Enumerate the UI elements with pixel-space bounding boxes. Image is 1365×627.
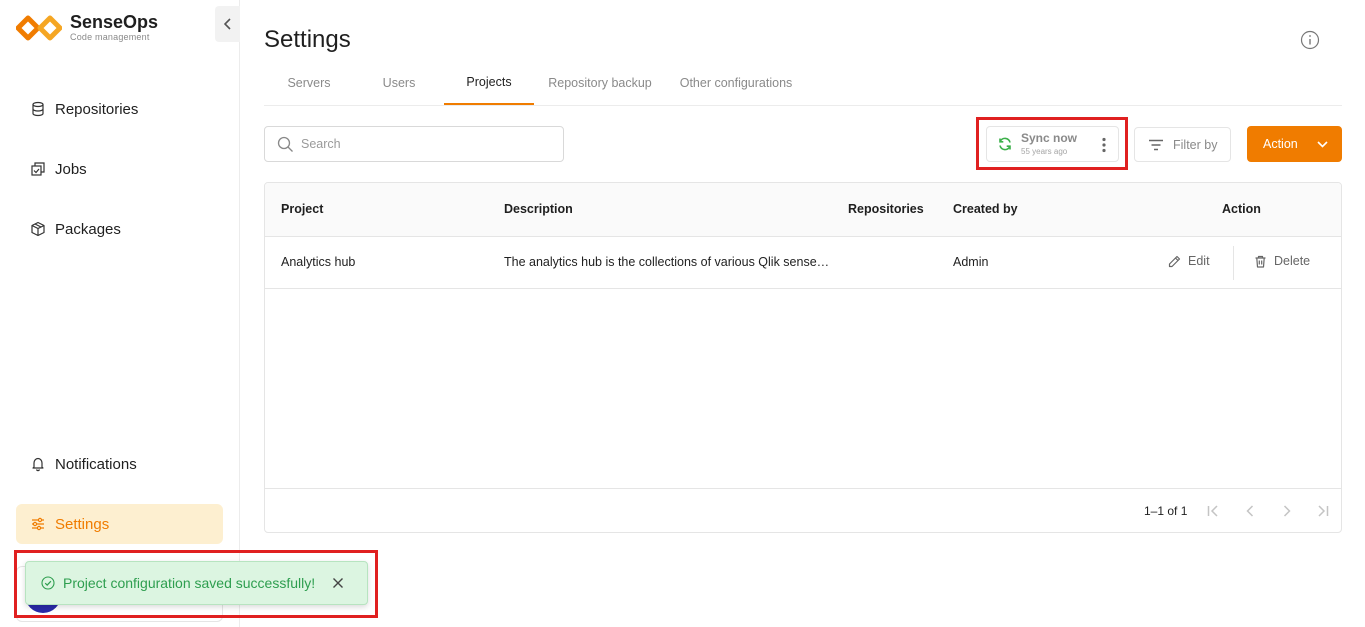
projects-table: Project Description Repositories Created… [264,182,1342,533]
column-header-repositories[interactable]: Repositories [848,202,924,216]
brand-subtitle: Code management [70,32,150,42]
success-toast: Project configuration saved successfully… [25,561,368,605]
next-page-icon[interactable] [1279,503,1295,519]
sidebar-item-notifications[interactable]: Notifications [16,444,223,484]
project-name: Analytics hub [281,255,356,269]
action-label: Action [1263,137,1298,151]
app: SenseOps Code management Repositories Jo… [0,0,1365,627]
close-icon[interactable] [332,577,344,589]
sidebar-item-label: Settings [55,515,110,533]
column-header-created-by[interactable]: Created by [953,202,1018,216]
brand-name: SenseOps [70,12,159,32]
sidebar-item-label: Jobs [55,160,87,178]
check-circle-icon [41,576,55,590]
filter-icon [1149,139,1163,150]
brand[interactable]: SenseOps Code management [16,12,158,43]
sidebar-collapse-button[interactable] [215,6,240,42]
sidebar-item-settings[interactable]: Settings [16,504,223,544]
info-icon[interactable] [1300,30,1320,50]
more-vertical-icon[interactable] [1102,137,1106,153]
table-row[interactable]: Analytics hub The analytics hub is the c… [265,237,1341,289]
database-icon [32,101,44,117]
bell-icon [32,457,44,472]
column-header-project[interactable]: Project [281,202,323,216]
sidebar-item-jobs[interactable]: Jobs [16,149,223,189]
sidebar-item-label: Notifications [55,455,137,473]
tab-servers[interactable]: Servers [264,60,354,105]
settings-tabs: Servers Users Projects Repository backup… [264,60,1342,106]
sidebar: SenseOps Code management Repositories Jo… [0,0,240,627]
search-input[interactable] [301,137,541,151]
page-title: Settings [264,26,351,53]
edit-label: Edit [1188,254,1210,268]
delete-label: Delete [1274,254,1311,268]
sync-now-label: Sync now [1021,131,1078,145]
chevron-down-icon [1317,141,1328,148]
last-page-icon[interactable] [1315,503,1331,519]
sidebar-item-label: Packages [55,220,121,238]
tab-projects[interactable]: Projects [444,60,534,105]
pencil-icon [1168,255,1181,267]
chevron-left-icon [223,18,231,30]
tab-other-configurations[interactable]: Other configurations [666,60,806,105]
action-dropdown-button[interactable]: Action [1247,126,1342,162]
filter-label: Filter by [1173,137,1218,152]
main-content: Settings Servers Users Projects Reposito… [264,0,1342,627]
project-description: The analytics hub is the collections of … [504,255,830,269]
tab-repository-backup[interactable]: Repository backup [534,60,666,105]
sidebar-item-repositories[interactable]: Repositories [16,89,223,129]
project-created-by: Admin [953,255,989,269]
trash-icon [1255,255,1266,268]
sync-icon [999,137,1011,151]
filter-button[interactable]: Filter by [1134,127,1231,162]
previous-page-icon[interactable] [1242,503,1258,519]
sidebar-item-packages[interactable]: Packages [16,209,223,249]
toast-message: Project configuration saved successfully… [63,575,316,591]
edit-button[interactable]: Edit [1168,254,1210,268]
tab-users[interactable]: Users [354,60,444,105]
sync-now-button[interactable]: Sync now 55 years ago [986,126,1119,162]
table-pagination: 1–1 of 1 [265,488,1341,532]
search-icon [277,136,293,152]
last-sync-time: 55 years ago [1021,147,1068,156]
table-header: Project Description Repositories Created… [265,183,1341,237]
delete-button[interactable]: Delete [1254,254,1310,268]
package-icon [31,221,45,237]
jobs-icon [31,162,45,176]
sliders-icon [32,517,44,531]
column-header-description[interactable]: Description [504,202,573,216]
action-divider [1233,246,1234,280]
sidebar-item-label: Repositories [55,100,139,118]
column-header-action: Action [1222,202,1261,216]
first-page-icon[interactable] [1205,503,1221,519]
search-box [264,126,564,162]
pagination-range: 1–1 of 1 [1144,504,1188,518]
senseops-logo-icon [16,15,62,40]
